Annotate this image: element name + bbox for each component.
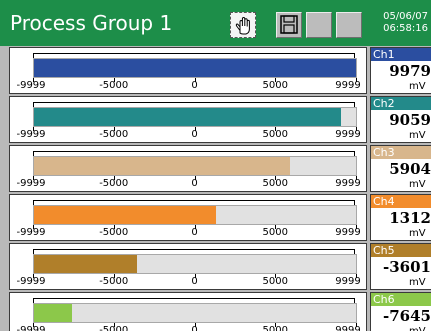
scale-tick-label: 5000 — [262, 80, 288, 91]
datetime-display: 05/06/07 06:58:16 — [383, 11, 428, 35]
scale-tick-label: -9999 — [16, 178, 46, 189]
channel-value-panel[interactable]: Ch5 -3601 mV — [370, 243, 431, 290]
channel-label: Ch2 — [371, 97, 431, 110]
channel-value-panel[interactable]: Ch3 5904 mV — [370, 145, 431, 192]
scale-tick-label: -5000 — [99, 276, 129, 287]
hand-pointer-icon — [235, 16, 250, 35]
channel-unit: mV — [409, 81, 426, 92]
bar-track — [33, 254, 357, 274]
scale-tick-label: 5000 — [262, 227, 288, 238]
bar-fill — [34, 108, 341, 126]
scale-tick-label: 5000 — [262, 129, 288, 140]
channel-label: Ch1 — [371, 48, 431, 61]
scale-tick-label: 5000 — [262, 276, 288, 287]
bar-fill — [34, 304, 72, 322]
scale-tick-label: 0 — [191, 325, 198, 331]
scale-tick-label: -5000 — [99, 227, 129, 238]
scale-tick-label: -5000 — [99, 129, 129, 140]
channel-row: -9999 -5000 0 5000 9999 Ch2 9059 mV — [0, 96, 431, 143]
channel-row: -9999 -5000 0 5000 9999 Ch3 5904 mV — [0, 145, 431, 192]
scale-tick-label: -5000 — [99, 325, 129, 331]
date-text: 05/06/07 — [383, 11, 428, 22]
bar-track — [33, 107, 357, 127]
scale-tick-label: 9999 — [335, 227, 361, 238]
scale-tick-label: -5000 — [99, 178, 129, 189]
channel-unit: mV — [409, 130, 426, 141]
time-text: 06:58:16 — [383, 23, 428, 34]
scale-tick-label: 9999 — [335, 178, 361, 189]
scale-tick-label: 5000 — [262, 325, 288, 331]
channel-value-panel[interactable]: Ch2 9059 mV — [370, 96, 431, 143]
bargraph-panel[interactable]: -9999 -5000 0 5000 9999 — [9, 243, 367, 290]
scale-tick-label: 9999 — [335, 325, 361, 331]
channel-value-panel[interactable]: Ch4 1312 mV — [370, 194, 431, 241]
blank-button-2[interactable] — [336, 12, 362, 38]
title-bar: Process Group 1 05/06/07 06:58:16 — [0, 0, 431, 46]
channel-row: -9999 -5000 0 5000 9999 Ch5 -3601 mV — [0, 243, 431, 290]
channel-value: 1312 — [389, 209, 431, 227]
bar-fill — [34, 157, 291, 175]
scale-tick-label: -9999 — [16, 325, 46, 331]
hand-pointer-button[interactable] — [230, 12, 256, 38]
scale-tick-label: -9999 — [16, 129, 46, 140]
bar-fill — [34, 59, 356, 77]
scale-tick-label: 5000 — [262, 178, 288, 189]
scale-tick-label: 0 — [191, 80, 198, 91]
scale-tick-label: 9999 — [335, 80, 361, 91]
channel-label: Ch3 — [371, 146, 431, 159]
floppy-disk-icon — [280, 15, 298, 34]
bargraph-panel[interactable]: -9999 -5000 0 5000 9999 — [9, 145, 367, 192]
bar-track — [33, 58, 357, 78]
channel-row: -9999 -5000 0 5000 9999 Ch4 1312 mV — [0, 194, 431, 241]
channel-label: Ch6 — [371, 293, 431, 306]
bargraph-panel[interactable]: -9999 -5000 0 5000 9999 — [9, 96, 367, 143]
channel-value: 5904 — [389, 160, 431, 178]
channel-value: 9059 — [389, 111, 431, 129]
bar-fill — [34, 255, 138, 273]
channel-label: Ch4 — [371, 195, 431, 208]
channel-label: Ch5 — [371, 244, 431, 257]
scale-tick-label: 0 — [191, 276, 198, 287]
bar-fill — [34, 206, 217, 224]
channel-value: -3601 — [383, 258, 431, 276]
channel-value-panel[interactable]: Ch1 9979 mV — [370, 47, 431, 94]
recorder-screen: Process Group 1 05/06/07 06:58:16 -9999-… — [0, 0, 431, 331]
channel-value-panel[interactable]: Ch6-7645mV — [370, 292, 431, 331]
bargraph-panel[interactable]: -9999 -5000 0 5000 9999 — [9, 47, 367, 94]
floppy-disk-button[interactable] — [276, 12, 302, 38]
channel-value: -7645 — [383, 307, 431, 325]
scale-tick-label: -9999 — [16, 276, 46, 287]
scale-tick-label: 0 — [191, 227, 198, 238]
bar-track — [33, 156, 357, 176]
bargraph-panel[interactable]: -9999 -5000 0 5000 9999 — [9, 194, 367, 241]
scale-tick-label: -9999 — [16, 80, 46, 91]
scale-tick-label: 9999 — [335, 276, 361, 287]
channel-unit: mV — [409, 277, 426, 288]
scale-tick-label: -9999 — [16, 227, 46, 238]
page-title: Process Group 1 — [10, 11, 173, 35]
bar-track — [33, 303, 357, 323]
bargraph-panel[interactable]: -9999 -5000 0 5000 9999 — [9, 292, 367, 331]
scale-tick-label: 0 — [191, 129, 198, 140]
bar-track — [33, 205, 357, 225]
channel-row: -9999 -5000 0 5000 9999 Ch1 9979 mV — [0, 47, 431, 94]
channel-unit: mV — [409, 228, 426, 239]
channel-unit: mV — [409, 179, 426, 190]
channel-row: -9999 -5000 0 5000 9999 Ch6-7645mV — [0, 292, 431, 331]
blank-button-1[interactable] — [306, 12, 332, 38]
channel-value: 9979 — [389, 62, 431, 80]
scale-tick-label: 9999 — [335, 129, 361, 140]
channel-unit: mV — [409, 326, 426, 331]
scale-tick-label: 0 — [191, 178, 198, 189]
scale-tick-label: -5000 — [99, 80, 129, 91]
